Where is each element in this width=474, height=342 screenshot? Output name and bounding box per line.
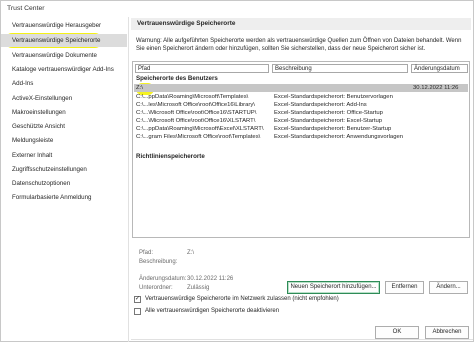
network-locations-checkbox[interactable]: ✓ xyxy=(134,296,141,303)
table-row[interactable]: C:\...ppData\Roaming\Microsoft\Excel\XLS… xyxy=(134,125,468,133)
disable-all-label: Alle vertrauenswürdigen Speicherorte dea… xyxy=(145,308,280,314)
add-location-button[interactable]: Neuen Speicherort hinzufügen... xyxy=(287,281,380,294)
row-path: C:\...\Microsoft Office\root\Office16\ST… xyxy=(136,110,257,116)
trust-center-window: Trust Center Vertrauenswürdige Herausgeb… xyxy=(0,0,474,342)
sidebar-item-macros[interactable]: Makroeinstellungen xyxy=(1,106,127,119)
sidebar-item-trusted-locations[interactable]: Vertrauenswürdige Speicherorte xyxy=(1,34,127,47)
sidebar-item-external-content[interactable]: Externer Inhalt xyxy=(1,149,127,162)
remove-button[interactable]: Entfernen xyxy=(385,281,424,294)
row-description: Excel-Standardspeicherort: Benutzervorla… xyxy=(274,94,393,100)
group-title-user: Speicherorte des Benutzers xyxy=(136,75,218,82)
sidebar-item-trusted-documents[interactable]: Vertrauenswürdige Dokumente xyxy=(1,49,127,62)
detail-description-label: Beschreibung: xyxy=(139,259,178,265)
disable-all-checkbox[interactable] xyxy=(134,308,141,315)
row-description: Excel-Standardspeicherort: Add-Ins xyxy=(274,102,367,108)
row-path: C:\...gram Files\Microsoft Office\root\T… xyxy=(136,134,261,140)
row-path: C:\...les\Microsoft Office\root\Office16… xyxy=(136,102,255,108)
sidebar-item-publishers[interactable]: Vertrauenswürdige Herausgeber xyxy=(1,19,127,32)
detail-date-value: 30.12.2022 11:26 xyxy=(187,276,234,282)
row-description: Excel-Standardspeicherort: Office-Startu… xyxy=(274,110,383,116)
row-path: C:\...ppData\Roaming\Microsoft\Excel\XLS… xyxy=(136,126,264,132)
row-path: Z:\ xyxy=(136,85,143,91)
row-path: C:\...ppData\Roaming\Microsoft\Templates… xyxy=(136,94,249,100)
table-row[interactable]: Z:\ 30.12.2022 11:26 xyxy=(134,84,468,92)
table-row[interactable]: C:\...gram Files\Microsoft Office\root\T… xyxy=(134,133,468,141)
footer-divider xyxy=(131,339,473,340)
row-description: Excel-Standardspeicherort: Excel-Startup xyxy=(274,118,383,124)
column-header-description[interactable]: Beschreibung xyxy=(272,64,408,73)
main-panel: Vertrauenswürdige Speicherorte Warnung: … xyxy=(129,17,474,342)
detail-subfolders-label: Unterordner: xyxy=(139,285,173,291)
sidebar-item-addin-catalogs[interactable]: Kataloge vertrauenswürdiger Add-Ins xyxy=(1,63,127,76)
detail-date-label: Änderungsdatum: xyxy=(139,276,187,282)
locations-table[interactable]: Pfad Beschreibung Änderungsdatum Speiche… xyxy=(132,61,470,238)
row-description: Excel-Standardspeicherort: Benutzer-Star… xyxy=(274,126,392,132)
sidebar-item-privacy[interactable]: Datenschutzoptionen xyxy=(1,177,127,190)
detail-path-label: Pfad: xyxy=(139,250,154,256)
table-row[interactable]: C:\...\Microsoft Office\root\Office16\ST… xyxy=(134,109,468,117)
row-description: Excel-Standardspeicherort: Anwendungsvor… xyxy=(274,134,404,140)
title-bar: Trust Center xyxy=(1,1,474,17)
table-row[interactable]: C:\...\Microsoft Office\root\Office16\XL… xyxy=(134,117,468,125)
sidebar-item-form-signin[interactable]: Formularbasierte Anmeldung xyxy=(1,191,127,204)
network-locations-label: Vertrauenswürdige Speicherorte im Netzwe… xyxy=(145,296,339,302)
detail-path-value: Z:\ xyxy=(187,250,194,256)
sidebar-item-protected-view[interactable]: Geschützte Ansicht xyxy=(1,120,127,133)
sidebar-item-activex[interactable]: ActiveX-Einstellungen xyxy=(1,92,127,105)
group-title-policy: Richtlinienspeicherorte xyxy=(136,153,205,160)
section-title: Vertrauenswürdige Speicherorte xyxy=(131,18,471,30)
window-title: Trust Center xyxy=(7,5,45,12)
cancel-button[interactable]: Abbrechen xyxy=(425,326,469,339)
row-path: C:\...\Microsoft Office\root\Office16\XL… xyxy=(136,118,256,124)
table-row[interactable]: C:\...les\Microsoft Office\root\Office16… xyxy=(134,101,468,109)
ok-button[interactable]: OK xyxy=(375,326,419,339)
table-row[interactable]: C:\...ppData\Roaming\Microsoft\Templates… xyxy=(134,93,468,101)
sidebar-item-addins[interactable]: Add-Ins xyxy=(1,77,127,90)
change-button[interactable]: Ändern... xyxy=(429,281,468,294)
warning-text: Warnung: Alle aufgeführten Speicherorte … xyxy=(136,38,462,52)
row-date: 30.12.2022 11:26 xyxy=(413,85,459,91)
sidebar-item-file-block[interactable]: Zugriffsschutzeinstellungen xyxy=(1,163,127,176)
detail-subfolders-value: Zulässig xyxy=(187,285,210,291)
sidebar-item-message-bar[interactable]: Meldungsleiste xyxy=(1,134,127,147)
column-header-path[interactable]: Pfad xyxy=(135,64,269,73)
column-header-date[interactable]: Änderungsdatum xyxy=(411,64,468,73)
sidebar: Vertrauenswürdige Herausgeber Vertrauens… xyxy=(1,17,129,342)
